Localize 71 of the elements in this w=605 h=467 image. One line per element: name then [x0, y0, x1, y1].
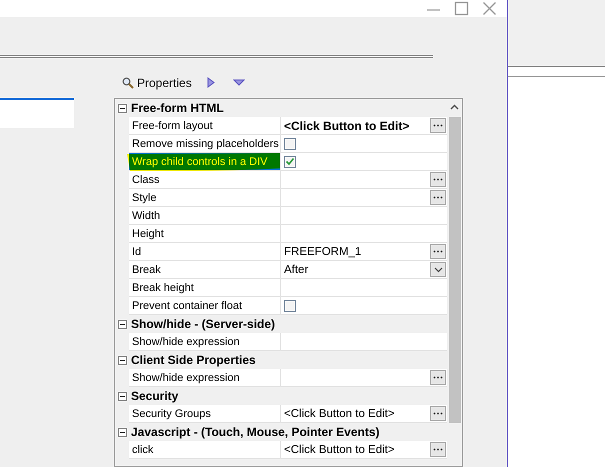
property-name[interactable]: Class: [129, 171, 281, 189]
dropdown-button[interactable]: [430, 262, 446, 277]
play-icon[interactable]: [206, 77, 215, 88]
property-name[interactable]: click: [129, 441, 281, 459]
ellipsis-button[interactable]: [430, 442, 446, 457]
ellipsis-icon: [433, 124, 443, 127]
ellipsis-icon: [433, 250, 443, 253]
close-icon[interactable]: [482, 0, 497, 16]
ellipsis-button[interactable]: [430, 244, 446, 259]
ellipsis-button[interactable]: [430, 118, 446, 133]
value-cell[interactable]: [281, 189, 447, 207]
value-cell[interactable]: [281, 207, 447, 225]
ellipsis-button[interactable]: [430, 406, 446, 421]
value-cell[interactable]: <Click Button to Edit>: [281, 117, 447, 135]
ellipsis-button[interactable]: [430, 172, 446, 187]
value-cell[interactable]: [281, 279, 447, 297]
property-value: <Click Button to Edit>: [284, 444, 395, 456]
ellipsis-icon: [433, 448, 443, 451]
chevron-down-icon: [434, 266, 442, 272]
ellipsis-button[interactable]: [430, 370, 446, 385]
scrollbar-thumb[interactable]: [448, 117, 460, 423]
ellipsis-icon: [433, 178, 443, 181]
maximize-icon[interactable]: [454, 0, 469, 16]
property-name[interactable]: Width: [129, 207, 281, 225]
property-name[interactable]: Free-form layout: [129, 117, 281, 135]
property-name[interactable]: Show/hide expression: [129, 333, 281, 351]
value-cell[interactable]: [281, 333, 447, 351]
collapse-icon[interactable]: [118, 104, 126, 112]
property-name[interactable]: Remove missing placeholders: [129, 135, 281, 153]
property-value: FREEFORM_1: [284, 246, 362, 258]
property-name[interactable]: Id: [129, 243, 281, 261]
value-cell[interactable]: [281, 225, 447, 243]
collapse-icon[interactable]: [118, 356, 126, 364]
ellipsis-icon: [433, 412, 443, 415]
checkbox[interactable]: [284, 156, 296, 168]
collapse-icon[interactable]: [118, 320, 126, 328]
property-name[interactable]: Security Groups: [129, 405, 281, 423]
ellipsis-icon: [433, 376, 443, 379]
property-value: <Click Button to Edit>: [284, 408, 395, 420]
value-cell[interactable]: [281, 153, 447, 171]
caret-icon[interactable]: [232, 79, 245, 86]
value-cell[interactable]: [281, 297, 447, 315]
group-header: Javascript - (Touch, Mouse, Pointer Events): [131, 425, 380, 439]
property-name[interactable]: Show/hide expression: [129, 369, 281, 387]
value-cell[interactable]: <Click Button to Edit>: [281, 405, 447, 423]
value-cell[interactable]: [281, 369, 447, 387]
collapse-icon[interactable]: [118, 392, 126, 400]
value-cell[interactable]: [281, 171, 447, 189]
property-name[interactable]: Height: [129, 225, 281, 243]
checkbox[interactable]: [284, 138, 296, 150]
panel-title: Properties: [137, 76, 192, 90]
value-cell[interactable]: After: [281, 261, 447, 279]
value-cell[interactable]: [281, 135, 447, 153]
property-value: After: [284, 264, 308, 276]
group-header: Client Side Properties: [131, 353, 256, 367]
value-cell[interactable]: FREEFORM_1: [281, 243, 447, 261]
value-cell[interactable]: <Click Button to Edit>: [281, 441, 447, 459]
property-name[interactable]: Style: [129, 189, 281, 207]
ellipsis-icon: [433, 196, 443, 199]
property-name[interactable]: Prevent container float: [129, 297, 281, 315]
group-header: Free-form HTML: [131, 101, 224, 115]
group-header: Security: [131, 389, 178, 403]
search-icon[interactable]: [122, 76, 134, 88]
property-name[interactable]: Break height: [129, 279, 281, 297]
ellipsis-button[interactable]: [430, 190, 446, 205]
group-header: Show/hide - (Server-side): [131, 317, 276, 331]
property-value: <Click Button to Edit>: [284, 118, 410, 132]
property-name[interactable]: Wrap child controls in a DIV: [129, 153, 281, 171]
collapse-icon[interactable]: [118, 428, 126, 436]
checkbox[interactable]: [284, 300, 296, 312]
property-name[interactable]: Break: [129, 261, 281, 279]
